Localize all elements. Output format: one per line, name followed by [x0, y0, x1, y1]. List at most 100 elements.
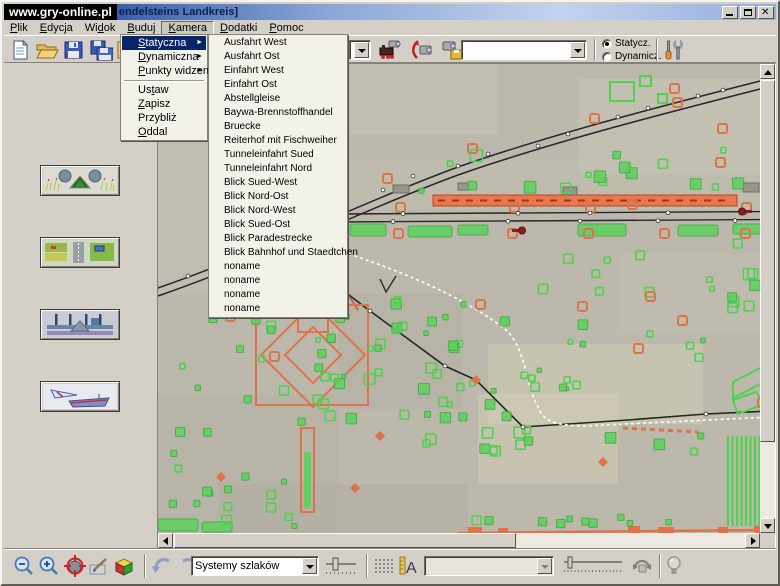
submenu-item-ausfahrt-west-0[interactable]: Ausfahrt West [210, 36, 346, 50]
menubar-item-widok[interactable]: Widok [79, 21, 122, 35]
scroll-down-icon [764, 524, 772, 529]
scrollbar-corner [760, 533, 775, 548]
camera-menu-popup: Statyczna ► Dynamiczna ► Punkty widzenia ► Ust… [120, 34, 218, 141]
scroll-right-button[interactable] [745, 533, 760, 548]
object-combobox [424, 556, 554, 576]
radio-static[interactable]: Statycz. [602, 37, 662, 50]
submenu-item-tunneleinfahrt-sued-8[interactable]: Tunneleinfahrt Sued [210, 148, 346, 162]
camera-mode-radios: Statycz. Dynamicz. [602, 37, 662, 63]
camera-rotate-button[interactable] [410, 39, 434, 61]
svg-text:A: A [406, 560, 417, 577]
camera-follow-train-button[interactable] [378, 39, 402, 61]
camera-menu-item-oddal[interactable]: Oddal [122, 125, 206, 139]
bottom-toolbar: Systemy szlaków A [4, 549, 776, 582]
submenu-item-blick-paradestrecke-14[interactable]: Blick Paradestrecke [210, 232, 346, 246]
rotate-object-button[interactable] [630, 554, 654, 578]
scroll-down-button[interactable] [760, 518, 775, 533]
labels-toggle-button[interactable]: A [398, 554, 418, 578]
window-title: endelsteins Landkreis] [118, 6, 239, 18]
edit-mode-button[interactable] [87, 554, 111, 578]
maximize-button[interactable] [740, 5, 756, 19]
submenu-item-blick-sued-ost-13[interactable]: Blick Sued-Ost [210, 218, 346, 232]
minimize-icon [726, 13, 733, 16]
chevron-down-icon[interactable] [354, 42, 369, 58]
submenu-arrow-icon: ► [196, 53, 203, 60]
camera-menu-item-punkty-widzenia[interactable]: Punkty widzenia ► [122, 64, 218, 78]
scroll-left-icon [163, 537, 168, 545]
submenu-item-einfahrt-west-2[interactable]: Einfahrt West [210, 64, 346, 78]
scroll-up-icon [764, 70, 772, 75]
menubar-item-dodatki[interactable]: Dodatki [214, 21, 263, 35]
track-system-combobox[interactable]: Systemy szlaków [191, 556, 319, 576]
close-button[interactable]: ✕ [758, 5, 774, 19]
3d-view-button[interactable] [112, 554, 136, 578]
camera-menu-item-statyczna[interactable]: Statyczna ► [122, 36, 206, 50]
vertical-scrollbar[interactable] [760, 64, 775, 533]
save-button[interactable] [62, 39, 86, 61]
open-file-button[interactable] [35, 39, 59, 61]
submenu-item-blick-sued-west-10[interactable]: Blick Sued-West [210, 176, 346, 190]
light-toggle-button[interactable] [665, 554, 683, 578]
submenu-item-noname-16[interactable]: noname [210, 260, 346, 274]
menubar-item-kamera[interactable]: Kamera [161, 20, 215, 35]
submenu-item-abstellgleise-4[interactable]: Abstellgleise [210, 92, 346, 106]
horizontal-scrollbar[interactable] [158, 533, 760, 548]
category-button-landscape[interactable] [40, 165, 120, 196]
submenu-item-noname-17[interactable]: noname [210, 274, 346, 288]
category-button-structures[interactable] [40, 309, 120, 340]
submenu-arrow-icon: ► [196, 67, 203, 74]
menubar-item-buduj[interactable]: Buduj [121, 21, 161, 35]
menubar-item-plik[interactable]: Plik [4, 21, 34, 35]
submenu-arrow-icon: ► [196, 39, 203, 46]
submenu-item-ausfahrt-ost-1[interactable]: Ausfahrt Ost [210, 50, 346, 64]
category-button-vehicles[interactable] [40, 381, 120, 412]
camera-settings-button[interactable] [662, 39, 686, 61]
grid-toggle-button[interactable] [374, 558, 394, 575]
camera-menu-item-przybliż[interactable]: Przybliż [122, 111, 206, 125]
radio-static-label: Statycz. [615, 38, 651, 49]
app-window: www.gry-online.pl endelsteins Landkreis]… [0, 0, 780, 586]
radio-dynamic-circle[interactable] [602, 51, 612, 62]
zoom-in-button[interactable] [37, 554, 61, 578]
track-system-value: Systemy szlaków [195, 560, 280, 572]
submenu-item-noname-18[interactable]: noname [210, 288, 346, 302]
scroll-up-button[interactable] [760, 64, 775, 79]
submenu-item-blick-nord-west-12[interactable]: Blick Nord-West [210, 204, 346, 218]
submenu-item-blick-nord-ost-11[interactable]: Blick Nord-Ost [210, 190, 346, 204]
new-file-button[interactable] [8, 39, 32, 61]
menubar-item-edycja[interactable]: Edycja [34, 21, 79, 35]
radio-dynamic[interactable]: Dynamicz. [602, 50, 662, 63]
submenu-item-noname-19[interactable]: noname [210, 302, 346, 316]
submenu-item-blick-bahnhof-und-staedtchen-15[interactable]: Blick Bahnhof und Staedtchen [210, 246, 358, 260]
submenu-item-bruecke-6[interactable]: Bruecke [210, 120, 346, 134]
camera-quick-select[interactable] [349, 40, 371, 60]
menubar-item-pomoc[interactable]: Pomoc [263, 21, 309, 35]
save-copy-button[interactable] [89, 39, 114, 61]
static-camera-submenu-popup: Ausfahrt West Ausfahrt Ost Einfahrt West Ei… [208, 34, 358, 318]
category-button-roads[interactable] [40, 237, 120, 268]
maximize-icon [744, 8, 752, 16]
submenu-item-baywa-brennstoffhandel-5[interactable]: Baywa-Brennstoffhandel [210, 106, 346, 120]
minimize-button[interactable] [722, 5, 738, 19]
undo-button[interactable] [150, 554, 174, 578]
scroll-right-icon [751, 537, 756, 545]
submenu-item-reiterhof-mit-fischweiher-7[interactable]: Reiterhof mit Fischweiher [210, 134, 346, 148]
scroll-left-button[interactable] [158, 533, 173, 548]
horizontal-scroll-thumb[interactable] [174, 533, 516, 548]
zoom-out-button[interactable] [12, 554, 36, 578]
camera-menu-item-zapisz[interactable]: Zapisz [122, 97, 206, 111]
camera-menu-item-ustaw[interactable]: Ustaw [122, 83, 206, 97]
center-target-button[interactable] [63, 554, 87, 578]
camera-menu-item-dynamiczna[interactable]: Dynamiczna ► [122, 50, 206, 64]
submenu-item-einfahrt-ost-3[interactable]: Einfahrt Ost [210, 78, 346, 92]
camera-name-combobox[interactable] [461, 40, 587, 60]
vertical-scroll-thumb[interactable] [760, 80, 775, 442]
submenu-item-tunneleinfahrt-nord-9[interactable]: Tunneleinfahrt Nord [210, 162, 346, 176]
rotation-slider[interactable] [560, 554, 626, 578]
chevron-down-icon[interactable] [570, 42, 585, 58]
radio-static-circle[interactable] [602, 38, 612, 49]
radio-dynamic-label: Dynamicz. [615, 51, 662, 62]
track-gradient-slider[interactable] [324, 554, 358, 578]
chevron-down-icon[interactable] [302, 558, 317, 574]
close-icon: ✕ [761, 6, 770, 18]
